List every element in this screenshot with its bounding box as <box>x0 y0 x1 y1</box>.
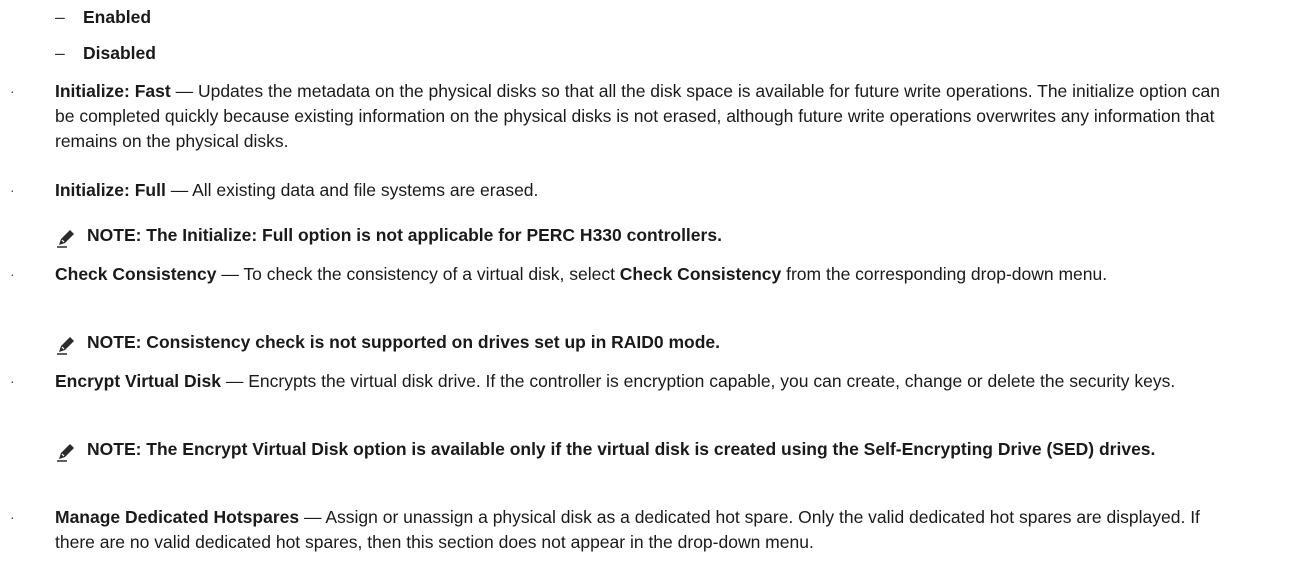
description-text: To check the consistency of a virtual di… <box>243 264 620 284</box>
dash-marker: – <box>55 43 65 63</box>
bullet-marker: · <box>10 182 15 198</box>
bullet-marker: · <box>10 373 15 389</box>
note-callout: NOTE: The Initialize: Full option is not… <box>55 223 1255 249</box>
term-label: Initialize: Full <box>55 180 166 200</box>
note-text: NOTE: The Encrypt Virtual Disk option is… <box>87 439 1156 459</box>
list-item-body: Initialize: Full — All existing data and… <box>55 178 1235 203</box>
bullet-marker: · <box>10 509 15 525</box>
sub-list-item-enabled: – Enabled <box>55 5 151 30</box>
description-text: All existing data and file systems are e… <box>192 180 539 200</box>
list-item-body: Encrypt Virtual Disk — Encrypts the virt… <box>55 369 1235 394</box>
dash-marker: – <box>55 7 65 27</box>
pencil-note-icon <box>55 441 77 463</box>
note-text: NOTE: The Initialize: Full option is not… <box>87 225 722 245</box>
bullet-marker: · <box>10 83 15 99</box>
description-text: from the corresponding drop-down menu. <box>781 264 1108 284</box>
pencil-note-icon <box>55 334 77 356</box>
term-separator: — <box>221 371 249 391</box>
note-callout: NOTE: The Encrypt Virtual Disk option is… <box>55 437 1255 463</box>
list-item-body: Manage Dedicated Hotspares — Assign or u… <box>55 505 1235 555</box>
sub-list-item-disabled: – Disabled <box>55 41 156 66</box>
sub-item-label: Disabled <box>83 43 156 63</box>
description-text: Encrypts the virtual disk drive. If the … <box>248 371 1176 391</box>
list-item-initialize-fast: · Initialize: Fast — Updates the metadat… <box>0 79 1295 154</box>
term-label: Initialize: Fast <box>55 81 171 101</box>
term-separator: — <box>170 81 198 101</box>
note-text: NOTE: Consistency check is not supported… <box>87 332 721 352</box>
list-item-encrypt-virtual-disk: · Encrypt Virtual Disk — Encrypts the vi… <box>0 369 1295 394</box>
description-text: Updates the metadata on the physical dis… <box>55 81 1221 151</box>
list-item-initialize-full: · Initialize: Full — All existing data a… <box>0 178 1295 203</box>
term-label: Encrypt Virtual Disk <box>55 371 221 391</box>
list-item-check-consistency: · Check Consistency — To check the consi… <box>0 262 1295 287</box>
note-callout: NOTE: Consistency check is not supported… <box>55 330 1255 356</box>
list-item-manage-dedicated-hotspares: · Manage Dedicated Hotspares — Assign or… <box>0 505 1295 555</box>
term-separator: — <box>299 507 326 527</box>
document-page: – Enabled – Disabled · Initialize: Fast — … <box>0 0 1295 567</box>
term-separator: — <box>216 264 244 284</box>
list-item-body: Check Consistency — To check the consist… <box>55 262 1235 287</box>
term-label: Manage Dedicated Hotspares <box>55 507 300 527</box>
list-item-body: Initialize: Fast — Updates the metadata … <box>55 79 1235 154</box>
inline-bold-term: Check Consistency <box>619 264 782 284</box>
bullet-marker: · <box>10 266 15 282</box>
term-label: Check Consistency <box>55 264 217 284</box>
sub-item-label: Enabled <box>83 7 152 27</box>
term-separator: — <box>165 180 193 200</box>
pencil-note-icon <box>55 227 77 249</box>
